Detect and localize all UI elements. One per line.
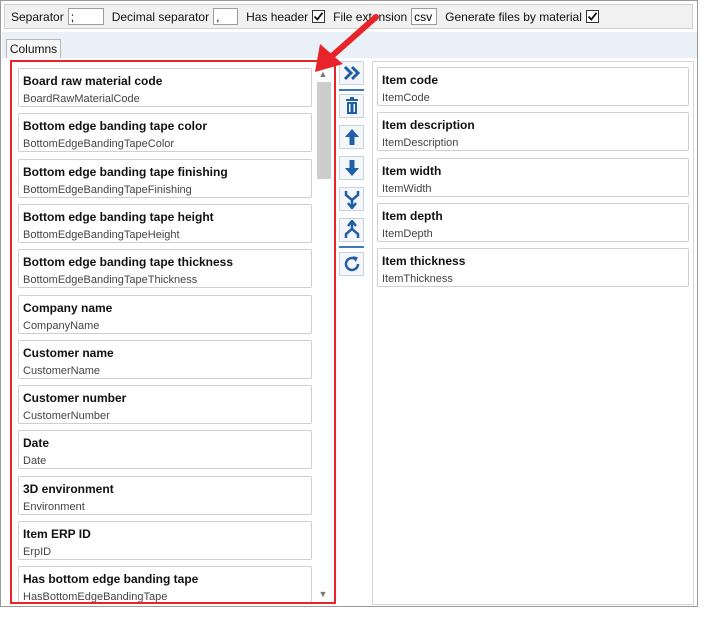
- scroll-down-icon[interactable]: ▼: [315, 588, 331, 600]
- has-header-checkbox[interactable]: [312, 10, 326, 23]
- column-title: Bottom edge banding tape finishing: [23, 164, 228, 179]
- tab-columns[interactable]: Columns: [6, 39, 61, 58]
- column-card[interactable]: Customer number CustomerNumber: [18, 385, 312, 425]
- column-title: Company name: [23, 300, 113, 315]
- column-title: Item ERP ID: [23, 527, 91, 541]
- toolbar-separator: [339, 89, 364, 91]
- move-to-top-button[interactable]: [339, 218, 364, 242]
- column-title: Item description: [382, 118, 475, 133]
- column-code: BottomEdgeBandingTapeHeight: [23, 228, 180, 241]
- reset-button[interactable]: [339, 252, 364, 276]
- column-title: Has bottom edge banding tape: [23, 572, 199, 587]
- column-code: BoardRawMaterialCode: [23, 93, 140, 105]
- move-to-bottom-button[interactable]: [339, 187, 364, 211]
- available-columns-list: Board raw material code BoardRawMaterialC…: [10, 60, 336, 604]
- generate-files-label: Generate files by material: [445, 9, 582, 24]
- column-card[interactable]: Company name CompanyName: [18, 294, 312, 334]
- column-code: CustomerName: [23, 364, 101, 377]
- column-card[interactable]: Item depth ItemDepth: [377, 202, 689, 242]
- column-title: Bottom edge banding tape height: [23, 209, 214, 224]
- generate-files-checkbox[interactable]: [585, 10, 599, 23]
- column-card[interactable]: Bottom edge banding tape thickness Bottom…: [18, 249, 312, 289]
- column-card[interactable]: Bottom edge banding tape finishing Bottom…: [18, 158, 312, 198]
- file-extension-label: File extension: [333, 9, 408, 24]
- column-card[interactable]: Item code ItemCode: [377, 67, 689, 106]
- column-card[interactable]: Bottom edge banding tape height BottomEdg…: [18, 203, 312, 243]
- column-card[interactable]: Item ERP ID ErpID: [18, 521, 312, 560]
- column-title: Item depth: [382, 208, 443, 223]
- column-code: ItemThickness: [382, 273, 453, 286]
- column-code: Environment: [23, 500, 85, 513]
- column-title: Item code: [382, 73, 439, 87]
- scroll-thumb[interactable]: [317, 82, 331, 179]
- column-title: Item thickness: [382, 254, 466, 269]
- column-code: BottomEdgeBandingTapeFinishing: [23, 183, 192, 196]
- column-title: Board raw material code: [23, 74, 163, 88]
- column-card[interactable]: Date Date: [18, 430, 312, 470]
- toolbar-separator: [339, 246, 364, 248]
- column-code: BottomEdgeBandingTapeThickness: [23, 274, 198, 287]
- column-code: ItemDescription: [382, 137, 459, 150]
- column-title: Date: [23, 436, 50, 451]
- column-code: BottomEdgeBandingTapeColor: [23, 138, 175, 151]
- column-card[interactable]: Customer name CustomerName: [18, 339, 312, 379]
- arrow-down-icon: [344, 160, 359, 176]
- add-all-button[interactable]: [339, 61, 364, 85]
- column-card[interactable]: 3D environment Environment: [18, 475, 312, 515]
- decimal-separator-input[interactable]: [213, 8, 239, 25]
- refresh-icon: [344, 256, 359, 272]
- export-settings-window: Separator Decimal separator Has header F…: [0, 0, 698, 607]
- column-code: ErpID: [23, 546, 52, 558]
- double-chevron-right-icon: [343, 65, 360, 81]
- checkmark-icon: [313, 12, 324, 21]
- tab-strip: Columns: [2, 32, 697, 58]
- column-title: Customer name: [23, 345, 114, 360]
- delete-button[interactable]: [339, 94, 364, 118]
- separator-label: Separator: [11, 9, 64, 24]
- column-title: 3D environment: [23, 481, 114, 496]
- column-title: Bottom edge banding tape thickness: [23, 255, 234, 270]
- trash-icon: [345, 97, 358, 114]
- has-header-label: Has header: [246, 9, 309, 24]
- move-up-button[interactable]: [339, 125, 364, 149]
- column-card[interactable]: Item description ItemDescription: [377, 112, 689, 152]
- split-up-icon: [344, 220, 359, 238]
- column-card[interactable]: Board raw material code BoardRawMaterialC…: [18, 68, 312, 107]
- options-toolbar: Separator Decimal separator Has header F…: [4, 4, 693, 29]
- column-code: Date: [23, 455, 47, 468]
- column-code: CompanyName: [23, 319, 100, 332]
- column-title: Customer number: [23, 391, 127, 406]
- column-title: Bottom edge banding tape color: [23, 119, 208, 134]
- separator-input[interactable]: [67, 8, 104, 25]
- column-card[interactable]: Has bottom edge banding tape HasBottomEdg…: [18, 566, 312, 604]
- merge-down-icon: [344, 191, 359, 209]
- file-extension-input[interactable]: [411, 8, 438, 25]
- column-card[interactable]: Bottom edge banding tape color BottomEdge…: [18, 113, 312, 153]
- column-code: ItemCode: [382, 92, 430, 104]
- column-title: Item width: [382, 163, 442, 178]
- column-code: ItemWidth: [382, 182, 432, 195]
- column-card[interactable]: Item width ItemWidth: [377, 157, 689, 197]
- column-card[interactable]: Item thickness ItemThickness: [377, 248, 689, 288]
- vertical-scrollbar[interactable]: ▲ ▼: [315, 68, 331, 600]
- column-code: ItemDepth: [382, 227, 433, 240]
- scroll-up-icon[interactable]: ▲: [315, 68, 331, 80]
- decimal-separator-label: Decimal separator: [111, 9, 210, 24]
- column-code: CustomerNumber: [23, 410, 110, 423]
- checkmark-icon: [587, 12, 598, 21]
- columns-tab-content: Board raw material code BoardRawMaterialC…: [6, 58, 694, 605]
- column-code: HasBottomEdgeBandingTape: [23, 591, 168, 604]
- selected-columns-list: Item code ItemCode Item description ItemDes…: [372, 61, 694, 605]
- arrow-up-icon: [344, 129, 359, 145]
- move-down-button[interactable]: [339, 156, 364, 180]
